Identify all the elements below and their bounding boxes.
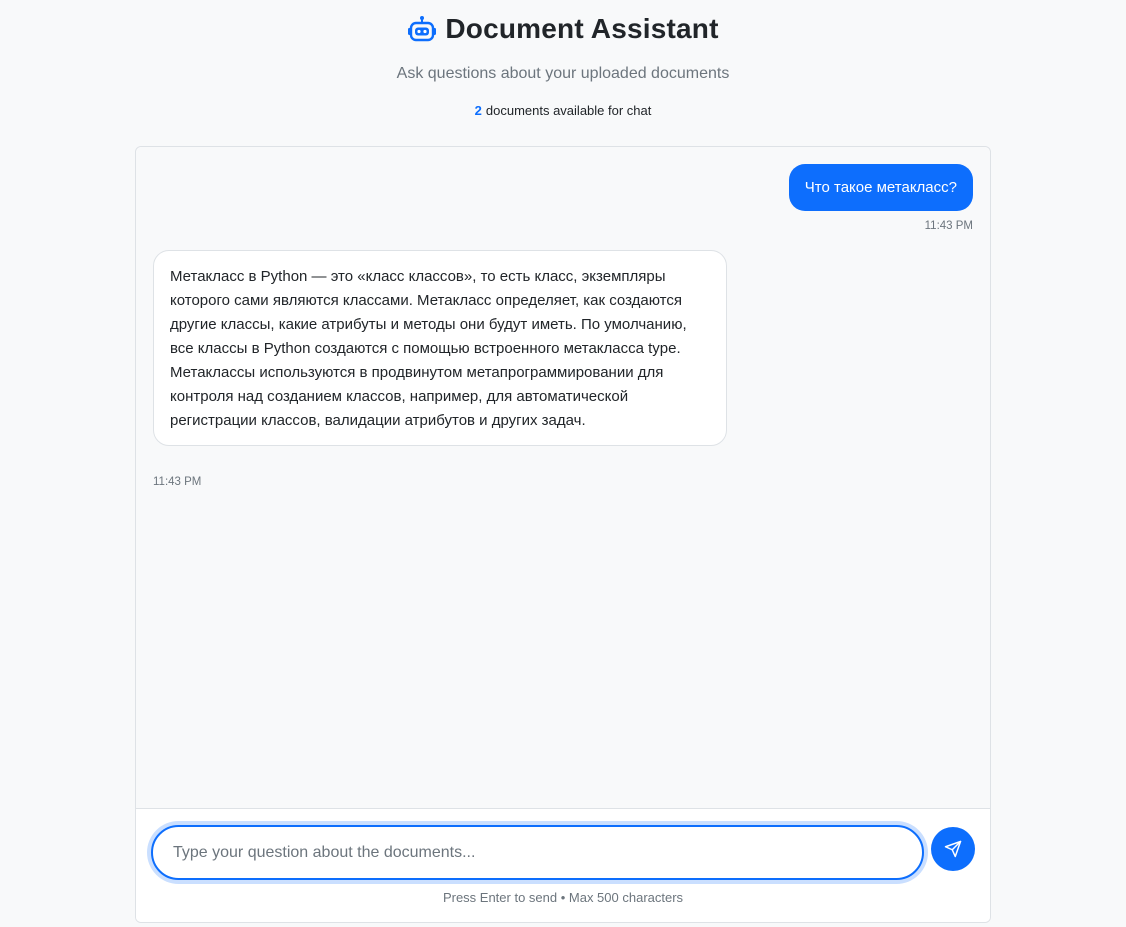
send-button[interactable] [931, 827, 975, 871]
robot-icon [407, 14, 437, 44]
header: Document Assistant Ask questions about y… [0, 0, 1126, 118]
chat-card: Что такое метакласс? 11:43 PM Метакласс … [135, 146, 991, 923]
question-input-wrapper [151, 825, 924, 880]
title-row: Document Assistant [0, 12, 1126, 46]
user-message-timestamp: 11:43 PM [924, 220, 973, 232]
message-list[interactable]: Что такое метакласс? 11:43 PM Метакласс … [136, 147, 990, 809]
page: Document Assistant Ask questions about y… [0, 0, 1126, 927]
document-count-label: documents available for chat [485, 103, 652, 118]
page-title: Document Assistant [445, 13, 719, 44]
page-subtitle: Ask questions about your uploaded docume… [396, 65, 730, 82]
composer-hint: Press Enter to send • Max 500 characters [442, 890, 684, 905]
user-message-bubble: Что такое метакласс? [788, 164, 973, 211]
document-count: 2 documents available for chat [0, 103, 1126, 118]
document-count-number: 2 [474, 103, 482, 118]
question-input[interactable] [153, 827, 922, 878]
send-icon [944, 840, 962, 858]
assistant-message-timestamp: 11:43 PM [153, 476, 202, 488]
assistant-message-bubble: Метакласс в Python — это «класс классов»… [153, 250, 727, 446]
composer: Press Enter to send • Max 500 characters [136, 810, 990, 922]
